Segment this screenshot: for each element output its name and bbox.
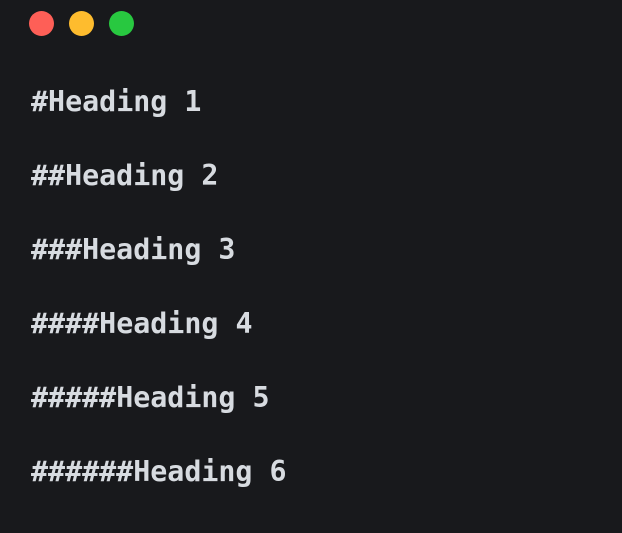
maximize-button[interactable] — [109, 11, 134, 36]
heading-text: Heading 2 — [65, 159, 219, 192]
heading-text: Heading 1 — [48, 85, 202, 118]
code-line-heading-6: ###### Heading 6 — [31, 454, 287, 528]
heading-text: Heading 3 — [82, 233, 236, 266]
minimize-button[interactable] — [69, 11, 94, 36]
code-line-heading-2: ## Heading 2 — [31, 158, 287, 232]
code-line-heading-4: #### Heading 4 — [31, 306, 287, 380]
close-button[interactable] — [29, 11, 54, 36]
heading-marker: ## — [31, 159, 66, 192]
code-line-heading-3: ### Heading 3 — [31, 232, 287, 306]
heading-text: Heading 4 — [99, 307, 253, 340]
code-line-heading-5: ##### Heading 5 — [31, 380, 287, 454]
heading-text: Heading 5 — [116, 381, 270, 414]
heading-marker: ###### — [31, 455, 134, 488]
markdown-code-block: # Heading 1 ## Heading 2 ### Heading 3 #… — [31, 84, 287, 528]
heading-marker: #### — [31, 307, 100, 340]
heading-text: Heading 6 — [133, 455, 287, 488]
code-window: # Heading 1 ## Heading 2 ### Heading 3 #… — [0, 0, 622, 533]
heading-marker: # — [31, 85, 49, 118]
heading-marker: ### — [31, 233, 83, 266]
code-line-heading-1: # Heading 1 — [31, 84, 287, 158]
heading-marker: ##### — [31, 381, 117, 414]
